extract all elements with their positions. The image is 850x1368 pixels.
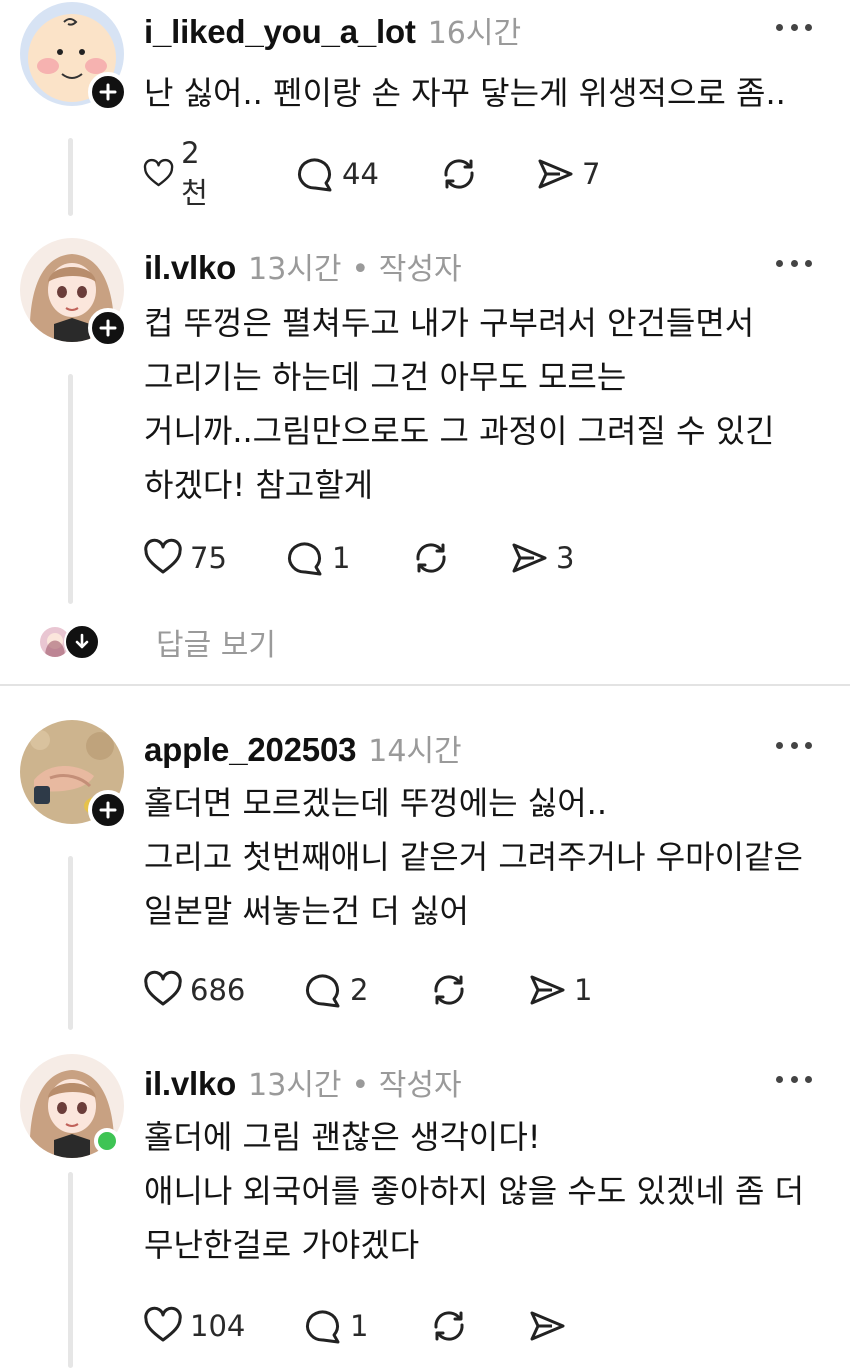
- username[interactable]: il.vlko: [144, 249, 236, 287]
- thread-line: [68, 138, 73, 216]
- heart-icon: [143, 158, 174, 187]
- view-replies-button[interactable]: 답글 보기: [38, 620, 276, 664]
- comment-count: 2: [350, 973, 369, 1007]
- heart-icon: [144, 1306, 182, 1342]
- heart-icon: [144, 538, 182, 574]
- thread-line: [68, 856, 73, 1030]
- post-header: il.vlko 13시간 • 작성자: [144, 244, 462, 288]
- send-icon: [538, 159, 573, 189]
- view-replies-label[interactable]: 답글 보기: [156, 620, 276, 664]
- repost-icon: [416, 543, 446, 573]
- like-button[interactable]: 2천: [142, 136, 217, 210]
- repost-icon: [434, 975, 464, 1005]
- share-button[interactable]: 3: [508, 536, 574, 580]
- thread-line: [68, 1172, 73, 1368]
- more-options-icon[interactable]: [776, 256, 812, 270]
- timestamp: 13시간: [248, 252, 342, 287]
- username[interactable]: il.vlko: [144, 1065, 236, 1103]
- comment-bubble-icon: [306, 1310, 340, 1344]
- comment-count: 1: [350, 1309, 369, 1343]
- send-icon: [512, 543, 547, 573]
- timestamp: 16시간: [427, 16, 522, 51]
- heart-icon: [144, 970, 182, 1006]
- post-header: il.vlko 13시간 • 작성자: [144, 1060, 462, 1104]
- comment-button[interactable]: 2: [302, 968, 368, 1012]
- more-options-icon[interactable]: [776, 738, 812, 752]
- comment-button[interactable]: 44: [294, 152, 379, 196]
- repost-button[interactable]: [428, 1304, 470, 1348]
- like-button[interactable]: 75: [142, 536, 227, 580]
- follow-plus-icon[interactable]: [88, 72, 128, 112]
- like-count: 2천: [181, 136, 208, 210]
- comment-text: 홀더면 모르겠는데 뚜껑에는 싫어.. 그리고 첫번째애니 같은거 그려주거나 …: [144, 784, 803, 930]
- comment-bubble-icon: [298, 158, 332, 192]
- repost-button[interactable]: [410, 536, 452, 580]
- comment-bubble-icon: [306, 974, 340, 1008]
- comment-count: 44: [342, 157, 379, 191]
- send-icon: [530, 1311, 565, 1341]
- send-icon: [530, 975, 565, 1005]
- share-button[interactable]: 1: [526, 968, 592, 1012]
- like-count: 104: [190, 1309, 246, 1343]
- repost-button[interactable]: [428, 968, 470, 1012]
- share-button[interactable]: 7: [534, 152, 600, 196]
- comment-bubble-icon: [288, 542, 322, 576]
- share-count: 3: [556, 541, 575, 575]
- online-status-indicator: [94, 1128, 120, 1154]
- share-count: 1: [574, 973, 593, 1007]
- comment-text: 홀더에 그림 괜찮은 생각이다! 애니나 외국어를 좋아하지 않을 수도 있겠네…: [144, 1118, 805, 1264]
- comment-count: 1: [332, 541, 351, 575]
- share-count: 7: [582, 157, 601, 191]
- timestamp: 14시간: [368, 734, 462, 769]
- more-options-icon[interactable]: [776, 20, 812, 34]
- repost-button[interactable]: [438, 152, 480, 196]
- author-tag: • 작성자: [351, 252, 462, 287]
- repost-icon: [444, 159, 474, 189]
- username[interactable]: i_liked_you_a_lot: [144, 13, 416, 51]
- follow-plus-icon[interactable]: [88, 790, 128, 830]
- divider: [0, 684, 850, 686]
- share-button[interactable]: [526, 1304, 568, 1348]
- more-options-icon[interactable]: [776, 1072, 812, 1086]
- like-button[interactable]: 104: [142, 1304, 245, 1348]
- post-header: apple_202503 14시간: [144, 726, 462, 770]
- comment-button[interactable]: 1: [284, 536, 350, 580]
- like-count: 686: [190, 973, 246, 1007]
- arrow-down-icon: [64, 624, 100, 660]
- comment-button[interactable]: 1: [302, 1304, 368, 1348]
- follow-plus-icon[interactable]: [88, 308, 128, 348]
- like-count: 75: [190, 541, 227, 575]
- repost-icon: [434, 1311, 464, 1341]
- timestamp: 13시간: [248, 1068, 342, 1103]
- like-button[interactable]: 686: [142, 968, 245, 1012]
- author-tag: • 작성자: [351, 1068, 462, 1103]
- comment-text: 난 싫어.. 펜이랑 손 자꾸 닿는게 위생적으로 좀..: [144, 74, 786, 112]
- comment-text: 컵 뚜껑은 펼쳐두고 내가 구부려서 안건들면서 그리기는 하는데 그건 아무도…: [144, 304, 775, 504]
- username[interactable]: apple_202503: [144, 731, 356, 769]
- post-header: i_liked_you_a_lot 16시간: [144, 8, 521, 52]
- thread-line: [68, 374, 73, 604]
